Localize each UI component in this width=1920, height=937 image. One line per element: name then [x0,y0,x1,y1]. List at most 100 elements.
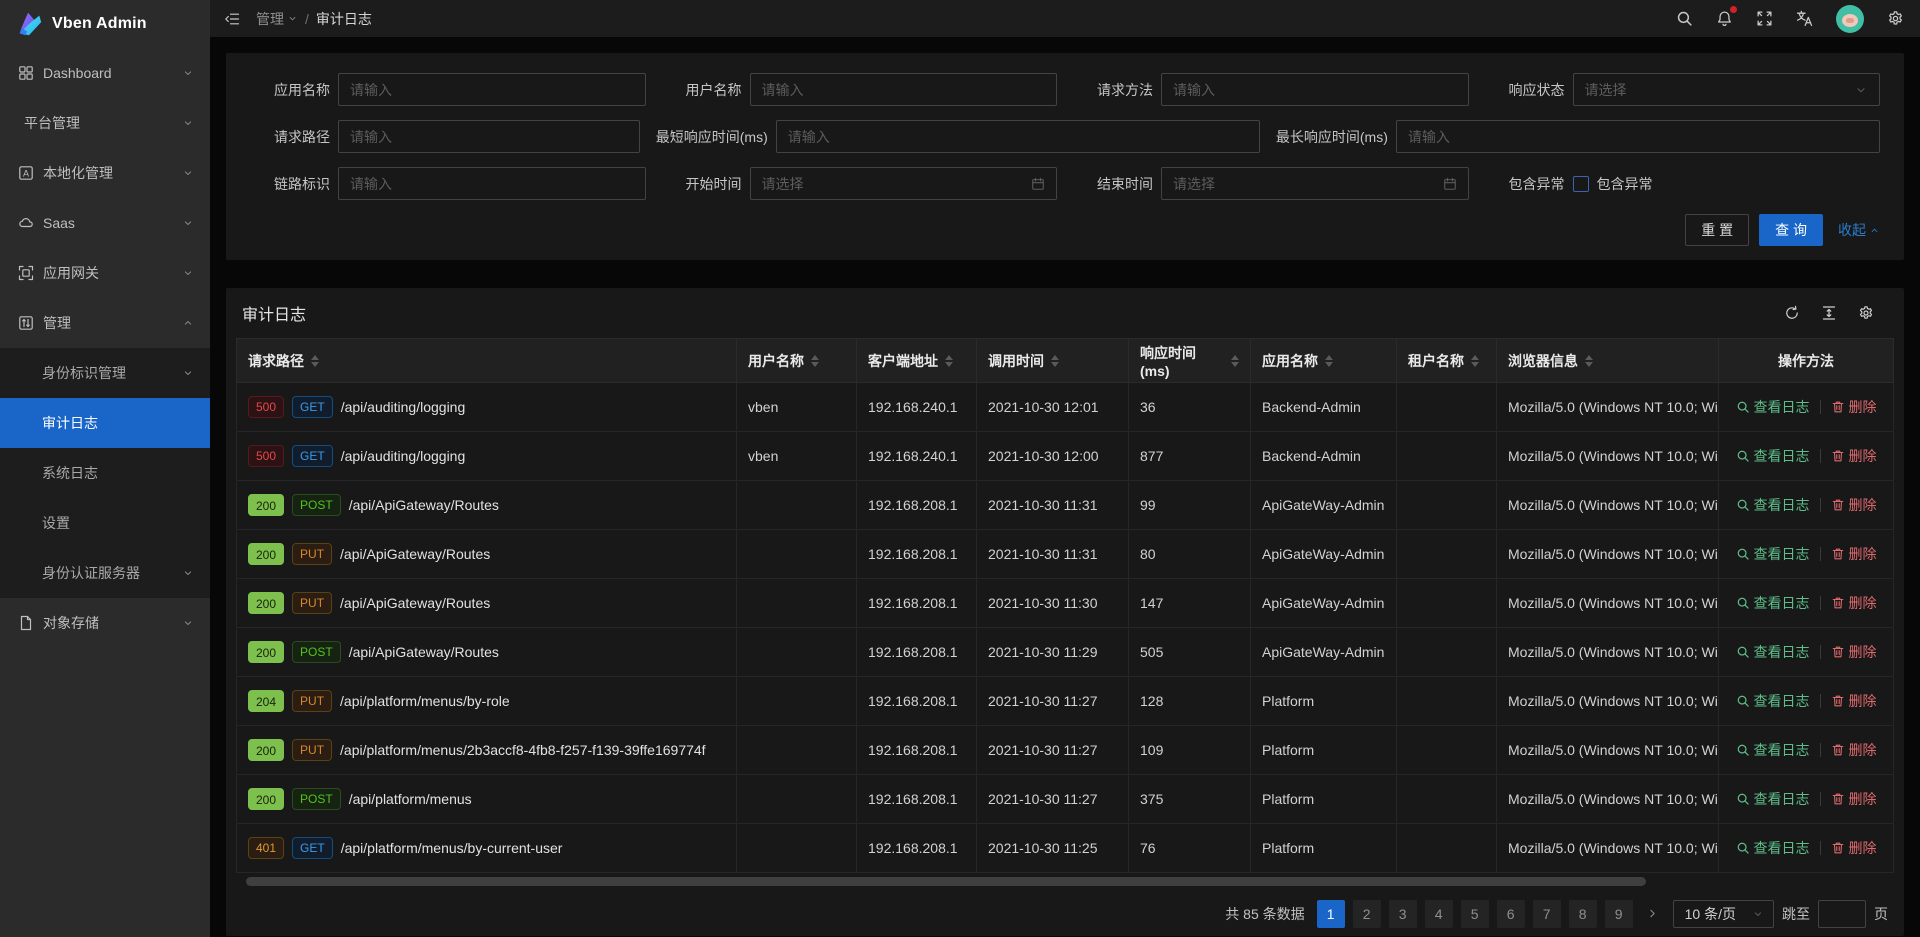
view-log-button[interactable]: 查看日志 [1736,593,1810,613]
gear-icon[interactable] [1887,10,1904,27]
trace-id-input[interactable] [338,167,646,200]
view-log-button[interactable]: 查看日志 [1736,691,1810,711]
column-header-user-name[interactable]: 用户名称 [737,339,857,383]
column-header-response-time[interactable]: 响应时间(ms) [1129,339,1251,383]
sidebar-item-identity-management[interactable]: 身份标识管理 [0,348,210,398]
sidebar-item-object-storage[interactable]: 对象存储 [0,598,210,648]
vben-logo-icon [14,9,44,39]
request-path-input[interactable] [338,120,640,153]
response-status-select[interactable]: 请选择 [1573,73,1881,106]
audit-log-table: 请求路径用户名称客户端地址调用时间响应时间(ms)应用名称租户名称浏览器信息操作… [236,338,1894,873]
collapse-link[interactable]: 收起 [1838,220,1880,240]
sidebar-item-saas[interactable]: Saas [0,198,210,248]
field-label: 开始时间 [662,174,742,194]
sidebar-item-manage[interactable]: 管理 [0,298,210,348]
refresh-icon[interactable] [1784,305,1800,321]
query-button[interactable]: 查 询 [1759,214,1823,246]
chevron-right-icon [1646,907,1659,920]
app-name-input[interactable] [338,73,646,106]
filter-field-min-response-time: 最短响应时间(ms) [656,120,1260,153]
column-height-icon[interactable] [1821,305,1837,321]
delete-button[interactable]: 删除 [1831,740,1877,760]
view-log-button[interactable]: 查看日志 [1736,544,1810,564]
cell-request-path: 200POST/api/ApiGateway/Routes [237,628,737,677]
delete-button[interactable]: 删除 [1831,446,1877,466]
cell-tenant-name [1397,677,1497,726]
start-time-picker[interactable]: 请选择 [750,167,1058,200]
table-row: 204PUT/api/platform/menus/by-role192.168… [237,677,1894,726]
delete-label: 删除 [1849,397,1877,417]
chevron-down-icon [182,567,194,579]
page-button-2[interactable]: 2 [1353,900,1381,928]
notification-button[interactable] [1716,10,1733,27]
cell-browser-info: Mozilla/5.0 (Windows NT 10.0; Win [1497,530,1719,579]
page-button-9[interactable]: 9 [1605,900,1633,928]
column-header-client-address[interactable]: 客户端地址 [857,339,977,383]
delete-button[interactable]: 删除 [1831,789,1877,809]
view-log-button[interactable]: 查看日志 [1736,789,1810,809]
column-header-browser-info[interactable]: 浏览器信息 [1497,339,1719,383]
sidebar-item-platform[interactable]: 平台管理 [0,98,210,148]
min-response-time-input[interactable] [776,120,1260,153]
sidebar-item-dashboard[interactable]: Dashboard [0,48,210,98]
sidebar-item-settings[interactable]: 设置 [0,498,210,548]
notification-dot [1730,6,1737,13]
sidebar-item-gateway[interactable]: 应用网关 [0,248,210,298]
magnifier-icon [1736,547,1750,561]
reset-button[interactable]: 重 置 [1685,214,1749,246]
app-logo[interactable]: Vben Admin [0,0,210,48]
delete-button[interactable]: 删除 [1831,691,1877,711]
search-icon[interactable] [1676,10,1693,27]
language-icon[interactable] [1796,10,1813,27]
column-header-request-path[interactable]: 请求路径 [237,339,737,383]
delete-button[interactable]: 删除 [1831,642,1877,662]
page-button-3[interactable]: 3 [1389,900,1417,928]
fullscreen-icon[interactable] [1756,10,1773,27]
column-header-call-time[interactable]: 调用时间 [977,339,1129,383]
fold-icon[interactable] [224,11,240,27]
scrollbar-thumb[interactable] [246,877,1646,886]
request-method-input[interactable] [1161,73,1469,106]
view-log-button[interactable]: 查看日志 [1736,740,1810,760]
table-settings-gear-icon[interactable] [1858,305,1874,321]
breadcrumb-root[interactable]: 管理 [256,9,298,29]
column-header-app-name[interactable]: 应用名称 [1251,339,1397,383]
delete-button[interactable]: 删除 [1831,593,1877,613]
next-page-button[interactable] [1641,900,1665,928]
view-log-button[interactable]: 查看日志 [1736,838,1810,858]
page-button-7[interactable]: 7 [1533,900,1561,928]
page-button-6[interactable]: 6 [1497,900,1525,928]
delete-button[interactable]: 删除 [1831,397,1877,417]
jump-page-input[interactable] [1818,900,1866,928]
view-log-button[interactable]: 查看日志 [1736,397,1810,417]
include-exception-checkbox[interactable] [1573,176,1589,192]
page-button-8[interactable]: 8 [1569,900,1597,928]
delete-button[interactable]: 删除 [1831,544,1877,564]
svg-text:A: A [23,169,29,179]
method-badge: POST [292,788,341,810]
end-time-picker[interactable]: 请选择 [1161,167,1469,200]
breadcrumb-separator: / [305,11,309,27]
page-button-4[interactable]: 4 [1425,900,1453,928]
sidebar-item-system-log[interactable]: 系统日志 [0,448,210,498]
cell-app-name: ApiGateWay-Admin [1251,481,1397,530]
delete-button[interactable]: 删除 [1831,495,1877,515]
sidebar-item-audit-log[interactable]: 审计日志 [0,398,210,448]
column-header-tenant-name[interactable]: 租户名称 [1397,339,1497,383]
sidebar-item-auth-server[interactable]: 身份认证服务器 [0,548,210,598]
action-divider [1820,645,1821,659]
page-button-1[interactable]: 1 [1317,900,1345,928]
view-log-button[interactable]: 查看日志 [1736,642,1810,662]
table-row: 200PUT/api/ApiGateway/Routes192.168.208.… [237,530,1894,579]
user-name-input[interactable] [750,73,1058,106]
sidebar-item-localization[interactable]: A本地化管理 [0,148,210,198]
page-size-select[interactable]: 10 条/页 [1673,900,1774,928]
delete-button[interactable]: 删除 [1831,838,1877,858]
cell-user-name [737,824,857,873]
view-log-button[interactable]: 查看日志 [1736,495,1810,515]
view-log-button[interactable]: 查看日志 [1736,446,1810,466]
max-response-time-input[interactable] [1396,120,1880,153]
filter-actions: 重 置 查 询 收起 [250,214,1880,246]
page-button-5[interactable]: 5 [1461,900,1489,928]
user-avatar[interactable] [1836,5,1864,33]
